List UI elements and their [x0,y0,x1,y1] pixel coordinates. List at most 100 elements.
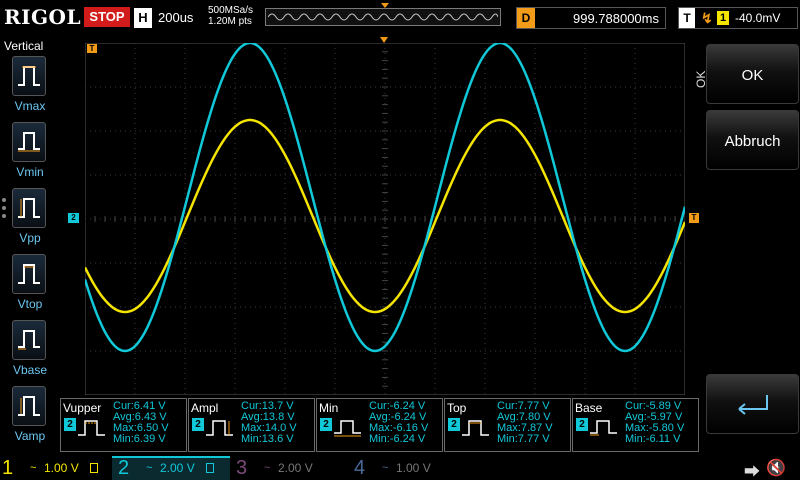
vpp-label: Vpp [19,231,41,245]
channel-scale: 1.00 V [44,461,79,475]
measurement-min: Min:13.6 V [241,433,294,445]
vbase-label: Vbase [12,363,48,377]
measurement-values: Cur:13.7 V Avg:13.8 V Max:14.0 V Min:13.… [241,401,297,445]
menu-item-vbase[interactable]: Vbase [0,320,60,382]
measurement-values: Cur:-5.89 V Avg:-5.97 V Max:-5.80 V Min:… [625,401,684,445]
enter-button[interactable] [706,374,799,434]
measurement-name: Min [319,401,339,415]
channel-bar: 1 ~ 1.00 V 2 ~ 2.00 V 3 ~ 2.00 V 4 ~ 1.0… [0,456,800,480]
coupling-ac-icon: ~ [264,462,271,474]
measure-menu: Vertical Vmax Vmin Vpp Vtop Vbase Vamp [0,36,60,456]
menu-title: Vertical [4,39,44,53]
delay-display[interactable]: D 999.788000ms [516,7,666,29]
trigger-source: 1 [717,11,729,25]
waveform-display[interactable] [85,43,685,395]
sample-rate: 500MSa/s [208,5,254,16]
channel-number: 4 [354,457,366,479]
measurement-top[interactable]: Top 2 Cur:7.77 V Avg:7.80 V Max:7.87 V M… [444,398,571,452]
bandwidth-limit-icon [206,463,214,473]
ch2-offset-marker[interactable]: 2 [68,213,79,223]
bandwidth-limit-icon [90,463,98,473]
measurement-values: Cur:7.77 V Avg:7.80 V Max:7.87 V Min:7.7… [497,401,553,445]
acquisition-info: 500MSa/s 1.20M pts [208,5,253,27]
channel-1[interactable]: 1 ~ 1.00 V [0,456,112,480]
measurement-values: Cur:6.41 V Avg:6.43 V Max:6.50 V Min:6.3… [113,401,169,445]
cancel-button-label: Abbruch [724,133,781,150]
vmin-icon [12,122,46,162]
measurement-values: Cur:-6.24 V Avg:-6.24 V Max:-6.16 V Min:… [369,401,428,445]
channel-scale: 2.00 V [278,461,313,475]
vtop-label: Vtop [17,297,43,311]
coupling-ac-icon: ~ [146,462,153,474]
measurement-channel: 2 [576,418,588,431]
measurement-name: Base [575,401,603,415]
memory-overview-strip [265,8,501,26]
channel-4[interactable]: 4 ~ 1.00 V [352,456,462,480]
trigger-display[interactable]: T ↯ 1 -40.0mV [678,7,798,29]
vmax-label: Vmax [14,99,46,113]
softkey-panel: OK OK Abbruch [686,36,800,456]
top-thumb-icon [462,420,489,436]
channel-scale: 2.00 V [160,461,195,475]
vupper-thumb-icon [78,420,105,436]
measurement-panel: Vupper 2 Cur:6.41 V Avg:6.43 V Max:6.50 … [60,398,700,452]
delay-label: D [517,8,535,28]
trigger-marker-left: T [87,44,97,53]
channel-number: 3 [236,457,248,479]
vtop-icon [12,254,46,294]
base-thumb-icon [590,420,617,436]
trigger-label: T [679,8,695,28]
vpp-icon [12,188,46,228]
usb-icon: ⮕ [744,464,761,480]
measurement-channel: 2 [64,418,76,431]
channel-number: 2 [118,457,130,479]
measurement-name: Ampl [191,401,219,415]
vmin-label: Vmin [16,165,44,179]
top-status-bar: RIGOL STOP H 200us 500MSa/s 1.20M pts D … [0,0,800,36]
horizontal-label: H [134,8,152,28]
menu-item-vmin[interactable]: Vmin [0,122,60,184]
measurement-channel: 2 [192,418,204,431]
trigger-time-marker [380,37,388,43]
channel-2[interactable]: 2 ~ 2.00 V [116,456,230,480]
vamp-label: Vamp [14,429,46,443]
measurement-ampl[interactable]: Ampl 2 Cur:13.7 V Avg:13.8 V Max:14.0 V … [188,398,315,452]
measurement-min: Min:7.77 V [497,433,550,445]
trigger-level: -40.0mV [735,11,781,25]
measurement-min: Min:-6.11 V [625,433,681,445]
delay-value: 999.788000ms [572,11,659,26]
enter-icon [738,395,768,415]
measurement-channel: 2 [448,418,460,431]
ok-button-label: OK [741,67,764,84]
channel-number: 1 [2,457,14,479]
ampl-thumb-icon [206,420,233,436]
measurement-min: Min:6.39 V [113,433,166,445]
min-thumb-icon [334,420,361,437]
measurement-vupper[interactable]: Vupper 2 Cur:6.41 V Avg:6.43 V Max:6.50 … [60,398,187,452]
measurement-min[interactable]: Min 2 Cur:-6.24 V Avg:-6.24 V Max:-6.16 … [316,398,443,452]
vbase-icon [12,320,46,360]
memory-depth: 1.20M pts [208,16,252,27]
measurement-name: Vupper [63,401,102,415]
menu-item-vtop[interactable]: Vtop [0,254,60,316]
run-stop-status[interactable]: STOP [84,7,130,27]
menu-item-vpp[interactable]: Vpp [0,188,60,250]
vmax-icon [12,56,46,96]
ok-button[interactable]: OK [706,44,799,104]
vamp-icon [12,386,46,426]
measurement-channel: 2 [320,418,332,431]
memory-waveform-preview [268,13,498,21]
measurement-name: Top [447,401,467,415]
menu-item-vamp[interactable]: Vamp [0,386,60,448]
brand-logo: RIGOL [4,5,82,29]
timebase-value: 200us [158,10,194,25]
channel-scale: 1.00 V [396,461,431,475]
measurement-base[interactable]: Base 2 Cur:-5.89 V Avg:-5.97 V Max:-5.80… [572,398,699,452]
menu-item-vmax[interactable]: Vmax [0,56,60,118]
coupling-ac-icon: ~ [30,462,37,474]
channel-3[interactable]: 3 ~ 2.00 V [234,456,344,480]
cancel-button[interactable]: Abbruch [706,110,799,170]
coupling-ac-icon: ~ [382,462,389,474]
rising-edge-icon: ↯ [701,10,713,26]
speaker-muted-icon[interactable]: 🔇 [766,458,786,478]
